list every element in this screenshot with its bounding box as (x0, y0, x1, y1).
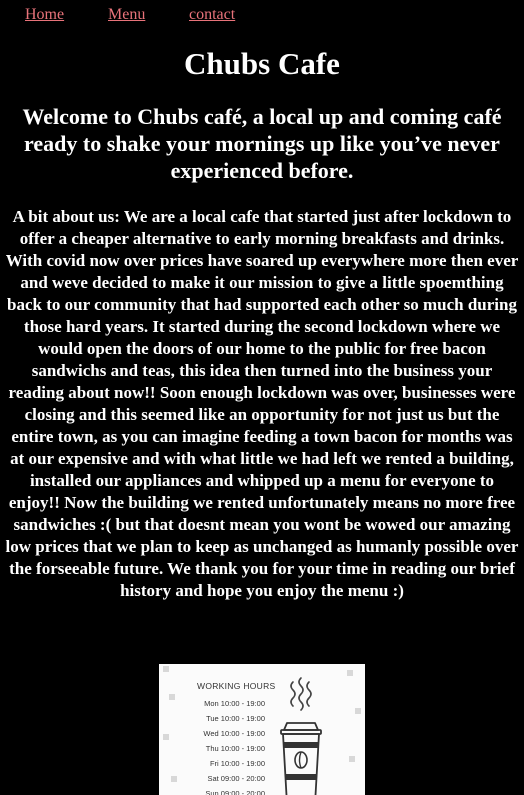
nav-link-home[interactable]: Home (25, 5, 64, 25)
decorative-dot (171, 776, 177, 782)
working-hours-list: Mon 10:00 - 19:00 Tue 10:00 - 19:00 Wed … (195, 696, 265, 795)
hours-row: Sun 09:00 - 20:00 (205, 789, 265, 795)
nav-link-contact[interactable]: contact (189, 5, 235, 25)
hours-row: Sat 09:00 - 20:00 (207, 774, 265, 783)
working-hours-image: WORKING HOURS Mon 10:00 - 19:00 Tue 10:0… (159, 664, 365, 795)
welcome-heading: Welcome to Chubs café, a local up and co… (22, 104, 502, 183)
nav-link-menu[interactable]: Menu (108, 5, 145, 25)
decorative-dot (163, 734, 169, 740)
decorative-dot (355, 708, 361, 714)
hours-row: Mon 10:00 - 19:00 (204, 699, 265, 708)
decorative-dot (349, 756, 355, 762)
working-hours-heading: WORKING HOURS (197, 681, 276, 691)
hours-row: Thu 10:00 - 19:00 (205, 744, 265, 753)
decorative-dot (169, 694, 175, 700)
coffee-cup-icon (280, 677, 322, 795)
decorative-dot (163, 666, 169, 672)
about-paragraph: A bit about us: We are a local cafe that… (5, 207, 519, 600)
hours-row: Fri 10:00 - 19:00 (209, 759, 265, 768)
hours-row: Wed 10:00 - 19:00 (203, 729, 265, 738)
decorative-dot (347, 670, 353, 676)
hours-row: Tue 10:00 - 19:00 (206, 714, 265, 723)
page-title: Chubs Cafe (184, 46, 340, 81)
